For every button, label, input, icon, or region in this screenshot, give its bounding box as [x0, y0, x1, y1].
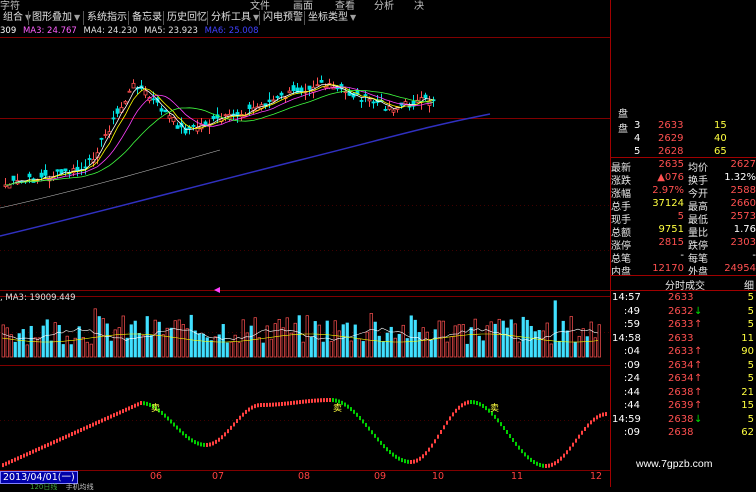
- trade-row: :59 2633 ↑ 5: [623, 319, 754, 330]
- trade-arrow-icon: ↓: [694, 305, 703, 317]
- oscillator-bars: [2, 398, 607, 468]
- bottom-tabs: 120日线 手机均线: [30, 482, 94, 492]
- trade-row: :44 2638 ↑ 21: [623, 386, 754, 398]
- trade-row: :09 2634 ↑ 5: [623, 359, 754, 371]
- trade-row: 14:58 2633 11: [612, 332, 754, 344]
- trade-row: :44 2639 ↑ 15: [623, 400, 754, 411]
- trade-row: [610, 441, 756, 454]
- stat-row: 总手 37124 最高 2660: [611, 198, 756, 213]
- order-row: 4 2629 40: [634, 133, 727, 144]
- trade-arrow-icon: ↑: [694, 359, 703, 371]
- volume-legend: , MA3: 19009.449: [0, 293, 76, 303]
- tab-ma120[interactable]: 120日线: [30, 483, 57, 491]
- stock-chart[interactable]: [0, 0, 610, 471]
- ask-label: 盘: [618, 109, 628, 120]
- quote-panel: 盘 盘 3 2633 15 4 2629 40 5 2628 65 最新 2635…: [610, 0, 756, 487]
- trade-arrow-icon: ↑: [694, 346, 703, 357]
- candlestick-series: [3, 75, 436, 189]
- month-label: 09: [374, 471, 387, 482]
- watermark: www.7gpzb.com: [636, 458, 713, 470]
- stat-row: 现手 5 最低 2573: [611, 211, 756, 226]
- month-label: 12: [590, 471, 603, 482]
- stat-row: 涨跌 ▲076 换手 1.32%: [611, 172, 756, 187]
- month-label: 11: [511, 471, 524, 482]
- month-label: 10: [432, 471, 445, 482]
- stat-row: 总笔 - 每笔 -: [611, 250, 756, 265]
- trade-row: 14:59 2638 ↓ 5: [612, 413, 754, 425]
- trade-row: :04 2633 ↑ 90: [623, 346, 754, 357]
- sell-signal-label: 卖: [151, 404, 161, 414]
- stat-row: 最新 2635 均价 2627: [611, 159, 756, 174]
- volume-bars: [1, 300, 601, 358]
- month-label: 07: [212, 471, 225, 482]
- sell-signal-label: 卖: [333, 404, 343, 414]
- tab-mobile-ma[interactable]: 手机均线: [66, 483, 94, 491]
- trade-arrow-icon: ↑: [694, 319, 703, 330]
- moving-average-lines: [0, 83, 491, 237]
- trade-row: :09 2638 62: [623, 427, 754, 438]
- sell-signal-label: 卖: [490, 404, 500, 414]
- stat-row: 涨幅 2.97% 今开 2588: [611, 185, 756, 200]
- stat-row: 涨停 2815 跌停 2303: [611, 237, 756, 252]
- trade-arrow-icon: ↓: [694, 413, 703, 425]
- trade-row: :24 2634 ↑ 5: [623, 373, 754, 384]
- trade-row: :49 2632 ↓ 5: [623, 305, 754, 317]
- trades-header: 分时成交 细: [665, 281, 754, 292]
- month-label: 06: [150, 471, 163, 482]
- stat-row: 总额 9751 量比 1.76: [611, 224, 756, 239]
- trade-row: 14:57 2633 5: [612, 292, 754, 303]
- trade-arrow-icon: ↑: [694, 400, 703, 411]
- order-row: 盘 3 2633 15: [618, 120, 727, 135]
- trade-arrow-icon: ↑: [694, 386, 703, 398]
- month-label: 08: [298, 471, 311, 482]
- trade-arrow-icon: ↑: [694, 373, 703, 384]
